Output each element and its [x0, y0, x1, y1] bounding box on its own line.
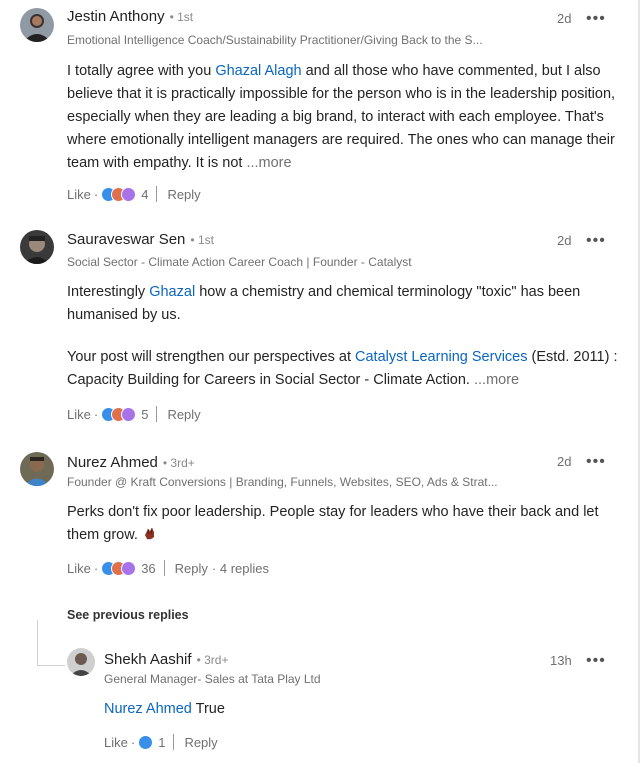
- avatar[interactable]: [20, 230, 54, 264]
- see-more-link[interactable]: ...more: [474, 372, 519, 388]
- commenter-headline: Founder @ Kraft Conversions | Branding, …: [67, 475, 498, 489]
- comment-body: Perks don't fix poor leadership. People …: [67, 504, 599, 543]
- reply-body: Nurez Ahmed True: [104, 701, 225, 717]
- reply-button[interactable]: Reply: [167, 187, 200, 202]
- divider: [173, 734, 175, 750]
- more-options-icon[interactable]: •••: [586, 653, 606, 669]
- comment-time: 2d: [557, 233, 572, 248]
- like-button[interactable]: Like: [104, 735, 128, 750]
- reactions-icon[interactable]: [101, 186, 137, 202]
- commenter-name[interactable]: Shekh Aashif: [104, 651, 192, 668]
- connection-degree: • 1st: [169, 10, 194, 24]
- like-button[interactable]: Like: [67, 187, 91, 202]
- mention-link[interactable]: Nurez Ahmed: [104, 701, 192, 717]
- commenter-name[interactable]: Nurez Ahmed: [67, 454, 158, 471]
- clap-emoji-icon: [142, 526, 157, 541]
- reactions-count[interactable]: 1: [158, 735, 165, 750]
- commenter-headline: Social Sector - Climate Action Career Co…: [67, 255, 412, 269]
- divider: [163, 560, 165, 576]
- more-options-icon[interactable]: •••: [586, 11, 606, 27]
- commenter-name[interactable]: Jestin Anthony: [67, 8, 165, 25]
- avatar[interactable]: [20, 452, 54, 486]
- mention-link[interactable]: Ghazal Alagh: [215, 63, 301, 79]
- connection-degree: • 3rd+: [162, 456, 195, 470]
- commenter-headline: General Manager- Sales at Tata Play Ltd: [104, 672, 321, 686]
- reactions-count[interactable]: 4: [141, 187, 148, 202]
- commenter-headline: Emotional Intelligence Coach/Sustainabil…: [67, 33, 483, 47]
- reply-time: 13h: [550, 653, 572, 668]
- comment-body: Interestingly Ghazal how a chemistry and…: [67, 284, 581, 323]
- see-previous-replies-link[interactable]: See previous replies: [67, 608, 189, 622]
- comment-time: 2d: [557, 11, 572, 26]
- reactions-icon[interactable]: [101, 406, 137, 422]
- reactions-icon[interactable]: [101, 560, 137, 576]
- company-link[interactable]: Catalyst Learning Services: [355, 349, 527, 365]
- divider: [156, 186, 158, 202]
- commenter-name[interactable]: Sauraveswar Sen: [67, 231, 185, 248]
- connection-degree: • 3rd+: [196, 653, 229, 667]
- more-options-icon[interactable]: •••: [586, 454, 606, 470]
- reply-button[interactable]: Reply: [167, 407, 200, 422]
- like-reaction-icon[interactable]: [138, 734, 154, 750]
- mention-link[interactable]: Ghazal: [149, 284, 195, 300]
- reactions-count[interactable]: 36: [141, 561, 155, 576]
- thread-connector: [37, 620, 38, 666]
- avatar[interactable]: [20, 8, 54, 42]
- like-button[interactable]: Like: [67, 407, 91, 422]
- divider: [156, 406, 158, 422]
- comment-body: I totally agree with you Ghazal Alagh an…: [67, 63, 616, 171]
- reactions-count[interactable]: 5: [141, 407, 148, 422]
- reply-button[interactable]: Reply: [184, 735, 217, 750]
- replies-count[interactable]: · 4 replies: [212, 561, 269, 576]
- comment-body-paragraph: Your post will strengthen our perspectiv…: [67, 349, 618, 388]
- more-options-icon[interactable]: •••: [586, 233, 606, 249]
- comment-time: 2d: [557, 454, 572, 469]
- thread-connector-horizontal: [37, 665, 65, 666]
- connection-degree: • 1st: [190, 233, 214, 247]
- see-more-link[interactable]: ...more: [246, 155, 291, 171]
- like-button[interactable]: Like: [67, 561, 91, 576]
- reply-button[interactable]: Reply: [175, 561, 208, 576]
- avatar[interactable]: [67, 648, 95, 676]
